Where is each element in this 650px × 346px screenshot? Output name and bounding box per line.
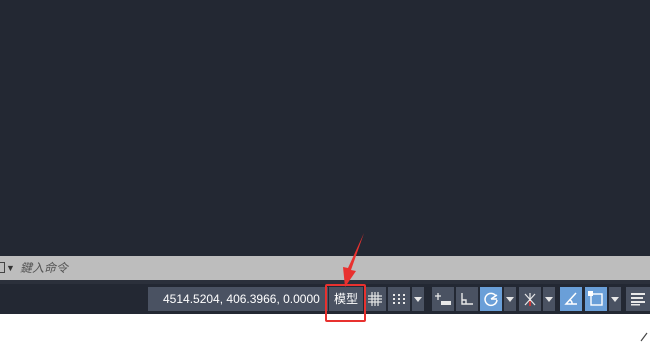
object-snap-icon bbox=[588, 291, 603, 306]
chevron-down-icon bbox=[545, 296, 553, 302]
status-bar: 4514.5204, 406.3966, 0.0000 模型 bbox=[0, 284, 650, 314]
ortho-icon bbox=[461, 293, 473, 305]
object-snap-button[interactable] bbox=[585, 287, 607, 311]
chevron-down-icon bbox=[506, 296, 514, 302]
polar-dropdown[interactable] bbox=[504, 287, 516, 311]
command-input[interactable] bbox=[20, 259, 620, 277]
command-line[interactable]: ▼ bbox=[0, 256, 650, 280]
infer-constraints-icon bbox=[435, 293, 451, 305]
model-space-button[interactable]: 模型 bbox=[329, 287, 363, 311]
dynamic-ucs-button[interactable] bbox=[560, 287, 582, 311]
ortho-button[interactable] bbox=[456, 287, 478, 311]
grid-button[interactable] bbox=[364, 287, 386, 311]
resize-grip-icon[interactable] bbox=[640, 332, 648, 342]
grid-icon bbox=[368, 292, 382, 306]
chevron-down-icon bbox=[611, 296, 619, 302]
lineweight-button[interactable] bbox=[626, 287, 650, 311]
infer-constraints-button[interactable] bbox=[432, 287, 454, 311]
chevron-down-icon bbox=[414, 296, 422, 302]
isodraft-icon bbox=[524, 293, 536, 306]
snap-icon bbox=[393, 294, 405, 304]
coordinates-readout[interactable]: 4514.5204, 406.3966, 0.0000 bbox=[148, 287, 328, 311]
polar-tracking-button[interactable] bbox=[480, 287, 502, 311]
chevron-down-icon[interactable]: ▼ bbox=[6, 262, 15, 274]
polar-tracking-icon bbox=[484, 292, 498, 307]
command-history-icon[interactable] bbox=[0, 262, 5, 273]
drawing-canvas[interactable] bbox=[0, 0, 650, 256]
isodraft-button[interactable] bbox=[519, 287, 541, 311]
bottom-panel bbox=[0, 314, 650, 346]
lineweight-icon bbox=[631, 293, 645, 306]
snap-button[interactable] bbox=[388, 287, 410, 311]
dynamic-ucs-icon bbox=[564, 292, 577, 305]
object-snap-dropdown[interactable] bbox=[609, 287, 621, 311]
snap-dropdown[interactable] bbox=[412, 287, 424, 311]
isodraft-dropdown[interactable] bbox=[543, 287, 555, 311]
